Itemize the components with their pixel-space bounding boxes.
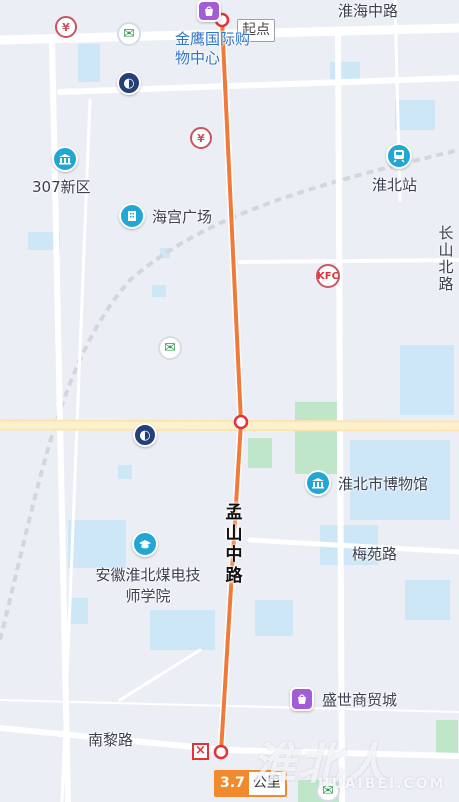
poi-label-307[interactable]: 307新区 [32, 178, 91, 196]
waypoint-node[interactable] [233, 414, 249, 430]
road-label-changshan: 长山北路 [438, 224, 454, 293]
bank-icon[interactable]: ¥ [55, 16, 77, 38]
road-label-nanli: 南黎路 [88, 731, 134, 749]
main-road-ew-fill [0, 421, 459, 430]
china-post-icon[interactable]: ✉ [158, 336, 182, 360]
end-flag-icon[interactable]: × [192, 743, 209, 760]
watermark-sub: HUAIBEI.COM [318, 776, 446, 792]
shopping-bag-icon[interactable] [290, 687, 314, 711]
train-station-icon[interactable] [386, 143, 412, 169]
shopping-bag-icon[interactable] [197, 0, 221, 22]
china-post-icon[interactable]: ✉ [117, 22, 141, 46]
poi-label-haigong[interactable]: 海宫广场 [152, 208, 212, 226]
kfc-icon[interactable]: KFC [316, 264, 340, 288]
road-label-mengshan: 孟山中路 [225, 503, 243, 586]
bank-icon[interactable] [52, 146, 78, 172]
road-label-meiyuan: 梅苑路 [352, 545, 398, 563]
poi-label-jinying[interactable]: 金鹰国际购物中心 [175, 30, 255, 68]
map-base-layer [0, 0, 459, 802]
bank-icon[interactable]: ◐ [133, 423, 157, 447]
map-canvas[interactable]: 起点 淮海中路 长山北路 孟山中路 梅苑路 南黎路 金鹰国际购物中心 ¥ ✉ ◐… [0, 0, 459, 802]
building-icon[interactable] [119, 203, 145, 229]
distance-value: 3.7 [216, 772, 249, 795]
poi-label-college[interactable]: 安徽淮北煤电技师学院 [93, 565, 203, 607]
poi-label-station[interactable]: 淮北站 [372, 176, 417, 194]
end-node[interactable] [213, 744, 229, 760]
poi-label-museum[interactable]: 淮北市博物馆 [338, 475, 428, 493]
poi-label-shengshi[interactable]: 盛世商贸城 [322, 691, 397, 709]
road-label-huaihai: 淮海中路 [338, 2, 399, 20]
bank-icon[interactable]: ◐ [117, 71, 141, 95]
graduation-cap-icon[interactable] [132, 531, 158, 557]
bank-icon[interactable]: ¥ [190, 127, 212, 149]
museum-icon[interactable] [305, 470, 331, 496]
